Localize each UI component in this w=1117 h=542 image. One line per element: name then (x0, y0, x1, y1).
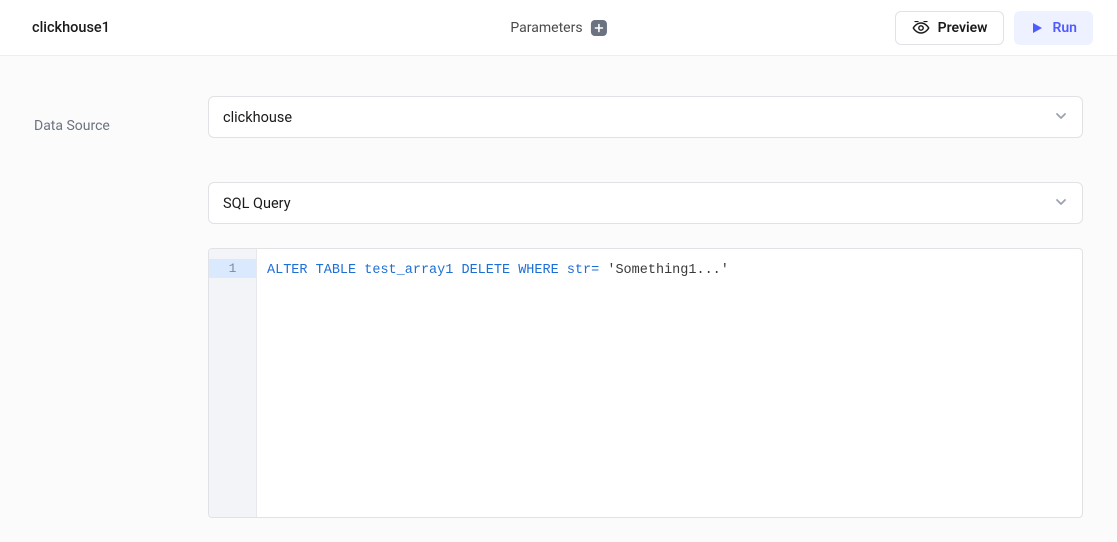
preview-button-label: Preview (938, 20, 988, 36)
eye-icon (912, 21, 930, 35)
topbar: clickhouse1 Parameters Preview Run (0, 0, 1117, 56)
sql-token: WHERE (518, 263, 559, 278)
data-source-select[interactable]: clickhouse (208, 96, 1083, 138)
data-source-value: clickhouse (223, 109, 292, 126)
query-type-value: SQL Query (223, 195, 291, 212)
query-section: SQL Query 1 ALTER TABLE test_array1 DELE… (208, 182, 1083, 518)
chevron-down-icon (1054, 194, 1068, 213)
content: Data Source clickhouse SQL Query 1 ALTER… (0, 56, 1117, 542)
play-icon (1030, 21, 1044, 35)
plus-icon (594, 23, 604, 33)
main-column: clickhouse SQL Query 1 ALTER TABLE test_… (208, 96, 1083, 518)
editor-gutter: 1 (209, 249, 257, 517)
sql-token: TABLE (316, 263, 357, 278)
run-button-label: Run (1052, 20, 1077, 36)
query-type-select[interactable]: SQL Query (208, 182, 1083, 224)
parameters-label: Parameters (510, 20, 582, 36)
sql-editor[interactable]: 1 ALTER TABLE test_array1 DELETE WHERE s… (208, 248, 1083, 518)
page-title: clickhouse1 (32, 19, 110, 36)
parameters-group: Parameters (510, 20, 606, 36)
editor-code-area[interactable]: ALTER TABLE test_array1 DELETE WHERE str… (257, 249, 1082, 517)
preview-button[interactable]: Preview (895, 11, 1005, 45)
sql-token: DELETE (461, 263, 510, 278)
run-button[interactable]: Run (1014, 11, 1093, 45)
data-source-label: Data Source (34, 96, 154, 518)
sql-token: test_array1 (364, 263, 453, 278)
sql-token: 'Something1...' (607, 263, 729, 278)
chevron-down-icon (1054, 108, 1068, 127)
sql-token: str (567, 263, 591, 278)
line-number: 1 (209, 259, 256, 278)
sql-token: ALTER (267, 263, 308, 278)
action-buttons: Preview Run (895, 11, 1093, 45)
add-parameter-button[interactable] (591, 20, 607, 36)
sql-token: = (591, 263, 599, 278)
